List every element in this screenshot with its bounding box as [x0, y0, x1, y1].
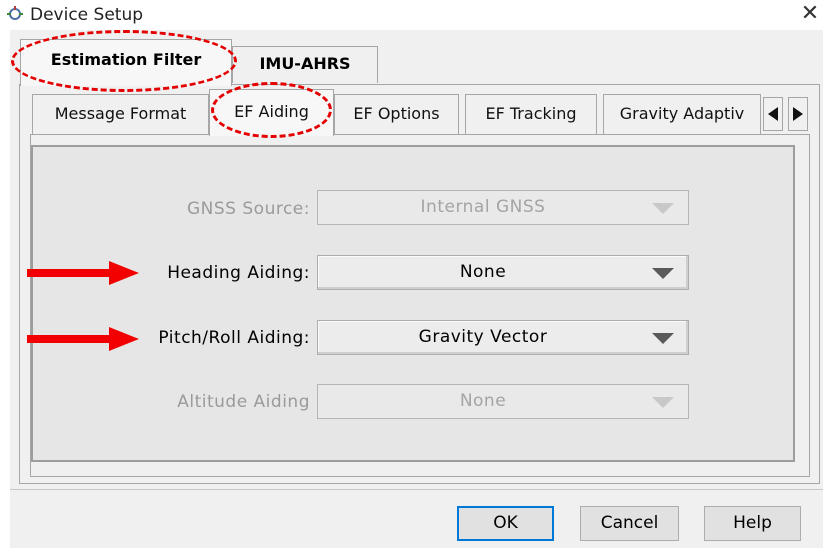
- heading-aiding-select[interactable]: None: [317, 255, 689, 290]
- chevron-down-icon: [652, 397, 674, 408]
- help-button[interactable]: Help: [704, 506, 801, 541]
- tab-ef-tracking[interactable]: EF Tracking: [465, 94, 597, 134]
- gnss-source-label: GNSS Source:: [187, 199, 310, 219]
- gnss-source-select: Internal GNSS: [317, 190, 689, 225]
- arrow-head: [109, 327, 139, 351]
- chevron-down-icon: [652, 268, 674, 279]
- tab-scroll-right[interactable]: [788, 97, 808, 131]
- window-title: Device Setup: [30, 5, 144, 25]
- device-setup-icon: [7, 6, 23, 20]
- arrow-head: [109, 261, 139, 285]
- cancel-button[interactable]: Cancel: [580, 506, 679, 541]
- triangle-left-icon: [768, 107, 778, 121]
- altitude-aiding-value: None: [459, 391, 507, 411]
- tab-estimation-filter[interactable]: Estimation Filter: [20, 39, 232, 86]
- close-icon[interactable]: ✕: [799, 3, 821, 25]
- ok-button[interactable]: OK: [457, 506, 554, 541]
- tab-imu-ahrs[interactable]: IMU-AHRS: [232, 46, 378, 83]
- tab-ef-aiding[interactable]: EF Aiding: [209, 89, 334, 136]
- arrow-shaft: [27, 269, 111, 277]
- altitude-aiding-label: Altitude Aiding: [177, 392, 310, 412]
- pitch-roll-aiding-value: Gravity Vector: [418, 327, 548, 347]
- chevron-down-icon: [652, 203, 674, 214]
- tab-scroll-left[interactable]: [763, 97, 783, 131]
- altitude-aiding-select: None: [317, 384, 689, 419]
- tab-gravity-adaptive[interactable]: Gravity Adaptiv: [603, 94, 761, 134]
- tab-ef-options[interactable]: EF Options: [334, 94, 459, 134]
- arrow-shaft: [27, 335, 111, 343]
- tab-message-format[interactable]: Message Format: [32, 94, 209, 134]
- footer-separator: [10, 489, 823, 490]
- heading-aiding-arrow-annotation: [27, 261, 139, 285]
- triangle-right-icon: [793, 107, 803, 121]
- heading-aiding-value: None: [459, 262, 507, 282]
- title-bar: Device Setup: [0, 0, 813, 30]
- chevron-down-icon: [652, 333, 674, 344]
- pitch-roll-arrow-annotation: [27, 327, 139, 351]
- aiding-settings-group: GNSS Source: Internal GNSS Heading Aidin…: [31, 145, 795, 462]
- pitch-roll-aiding-select[interactable]: Gravity Vector: [317, 320, 689, 355]
- gnss-source-value: Internal GNSS: [420, 197, 546, 217]
